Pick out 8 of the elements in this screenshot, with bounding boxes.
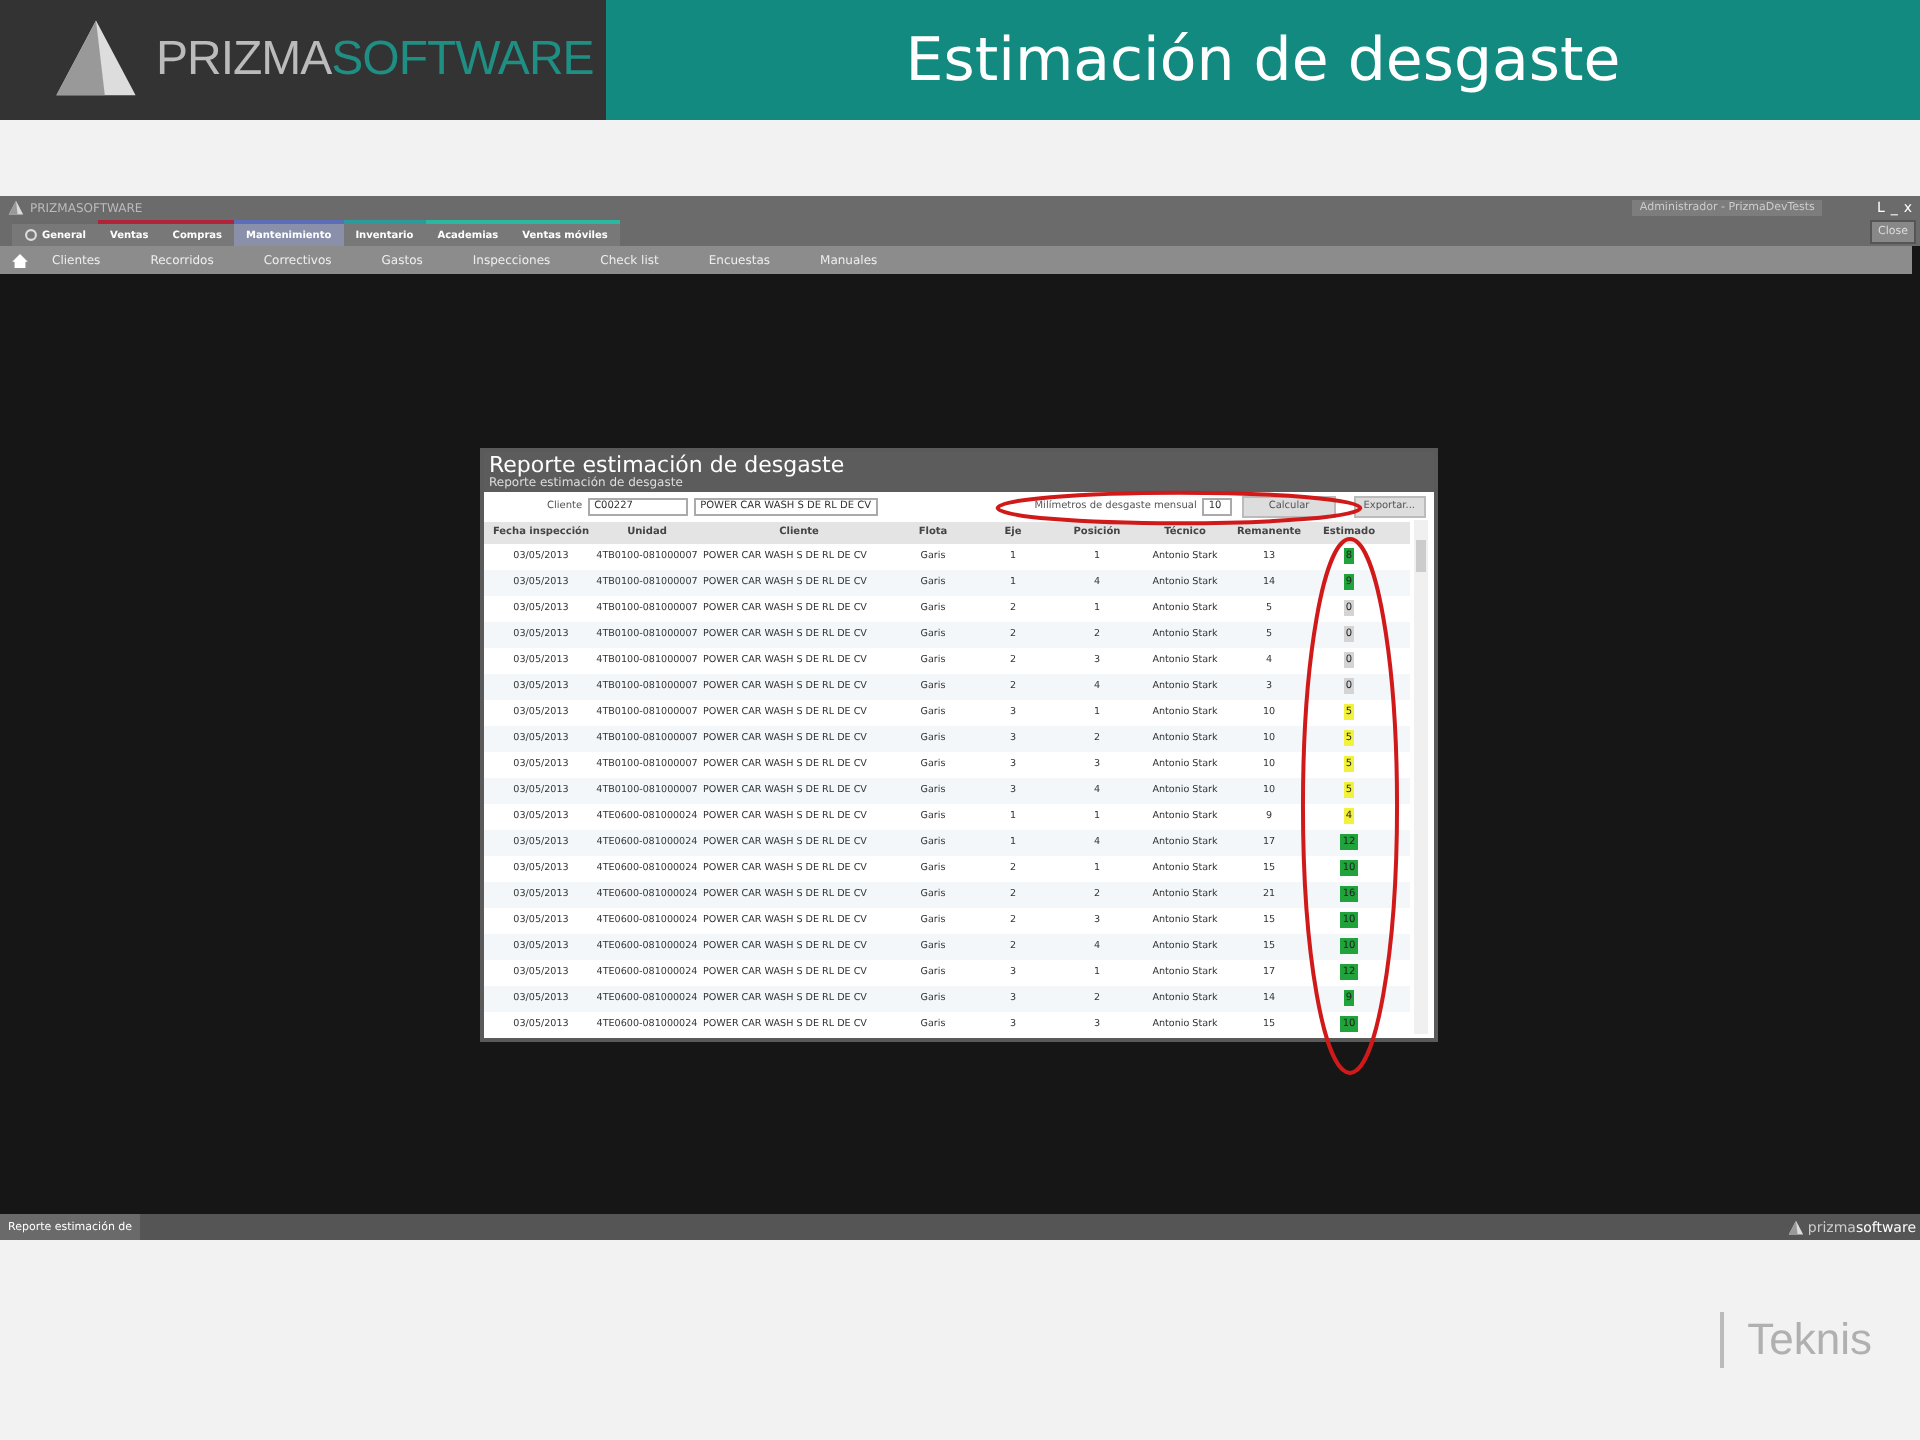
scrollbar[interactable]	[1413, 519, 1427, 1033]
home-icon[interactable]	[12, 253, 28, 267]
footer-brand: Teknis	[1719, 1312, 1872, 1368]
dialog-title: Reporte estimación de desgaste	[489, 453, 847, 475]
logo-text: PRIZMASOFTWARE	[156, 32, 594, 88]
slide-title: Estimación de desgaste	[905, 25, 1621, 95]
pyramid-logo-icon	[1787, 1219, 1804, 1235]
pyramid-logo-icon	[8, 200, 24, 216]
